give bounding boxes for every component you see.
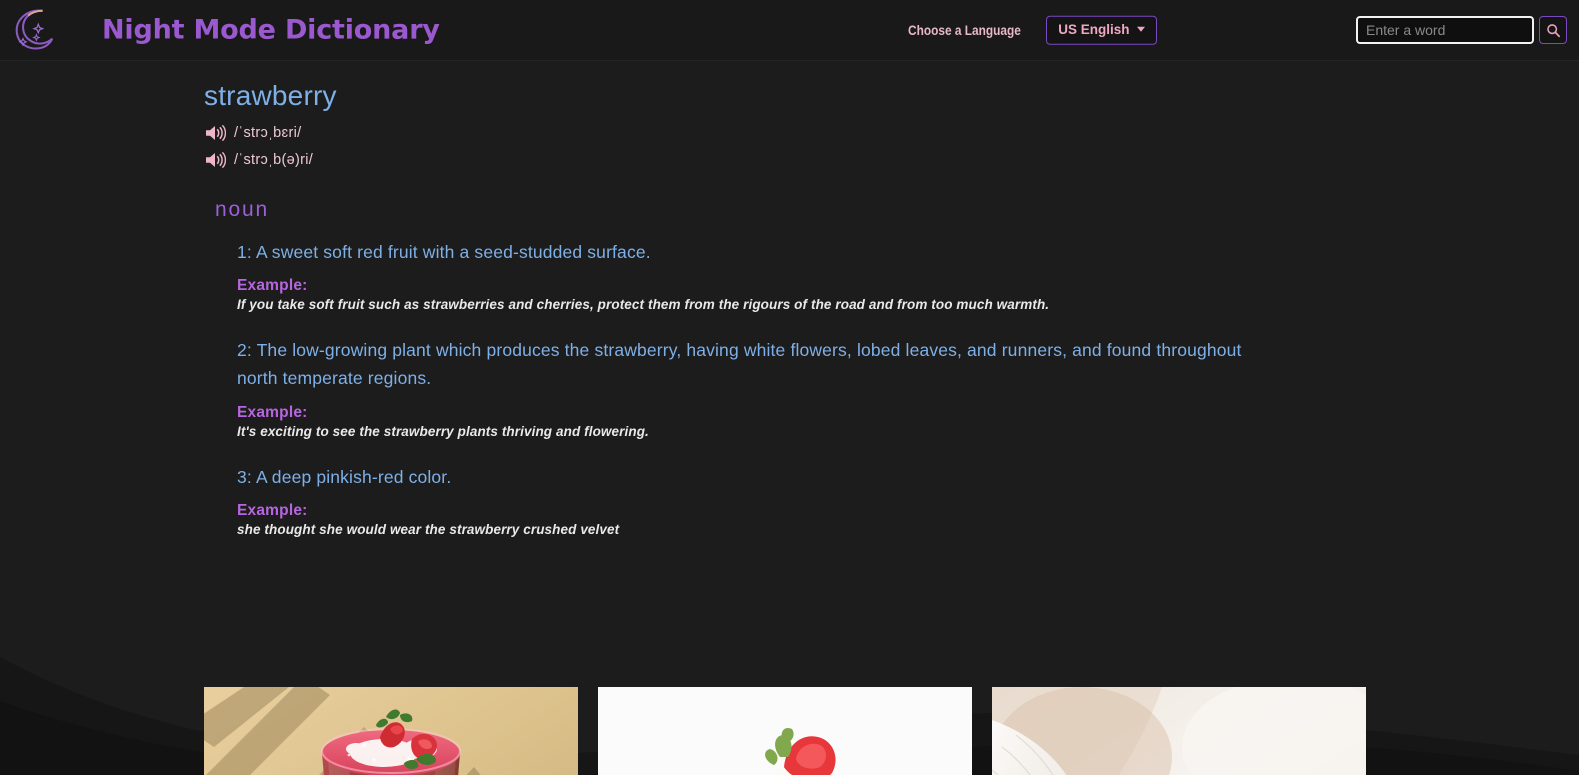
image-gallery bbox=[204, 687, 1366, 775]
hand-holding-pastry-image bbox=[598, 687, 972, 775]
language-dropdown-button[interactable]: US English bbox=[1046, 15, 1157, 45]
example-text: If you take soft fruit such as strawberr… bbox=[237, 296, 1050, 312]
example-label: Example: bbox=[237, 403, 308, 421]
search-group bbox=[1356, 16, 1567, 44]
gallery-image-cream-puff[interactable] bbox=[598, 687, 972, 775]
magnifier-icon bbox=[1546, 23, 1560, 37]
example-text: It's exciting to see the strawberry plan… bbox=[237, 423, 649, 439]
page-body: strawberry /ˈstrɔˌbɛri/ /ˈstrɔˌb(ə)ri/ n… bbox=[0, 61, 1579, 775]
hand-with-strawberry-image bbox=[992, 687, 1366, 775]
crescent-moon-stars-icon bbox=[15, 9, 54, 50]
speaker-icon[interactable] bbox=[204, 150, 226, 170]
definition-text: 3: A deep pinkish-red color. bbox=[237, 466, 452, 487]
search-button[interactable] bbox=[1539, 16, 1567, 44]
example-text: she thought she would wear the strawberr… bbox=[237, 521, 620, 537]
part-of-speech: noun bbox=[215, 197, 269, 221]
definition-text: 1: A sweet soft red fruit with a seed-st… bbox=[237, 241, 651, 262]
language-selector-group: Choose a Language US English bbox=[908, 15, 1157, 45]
chevron-down-icon bbox=[1136, 27, 1145, 32]
speaker-icon[interactable] bbox=[204, 123, 226, 143]
ipa-text: /ˈstrɔˌb(ə)ri/ bbox=[234, 151, 314, 168]
entry-word: strawberry bbox=[204, 80, 337, 111]
definition-text: 2: The low-growing plant which produces … bbox=[237, 339, 1242, 389]
pronunciation-row: /ˈstrɔˌbɛri/ bbox=[204, 121, 1579, 145]
pronunciation-row: /ˈstrɔˌb(ə)ri/ bbox=[204, 148, 1579, 172]
strawberry-smoothie-image bbox=[204, 687, 578, 775]
gallery-image-hand-strawberry[interactable] bbox=[992, 687, 1366, 775]
language-label: Choose a Language bbox=[908, 22, 1021, 38]
ipa-text: /ˈstrɔˌbɛri/ bbox=[234, 124, 302, 141]
site-header: Night Mode Dictionary Choose a Language … bbox=[0, 0, 1579, 61]
example-label: Example: bbox=[237, 501, 308, 519]
entry-content: strawberry /ˈstrɔˌbɛri/ /ˈstrɔˌb(ə)ri/ n… bbox=[0, 61, 1579, 537]
gallery-image-smoothie[interactable] bbox=[204, 687, 578, 775]
search-input[interactable] bbox=[1356, 16, 1534, 44]
language-dropdown-value: US English bbox=[1058, 21, 1130, 37]
example-label: Example: bbox=[237, 276, 308, 294]
site-logo[interactable] bbox=[10, 4, 58, 54]
definition-list: 1: A sweet soft red fruit with a seed-st… bbox=[237, 238, 1579, 537]
brand-title: Night Mode Dictionary bbox=[102, 14, 440, 46]
